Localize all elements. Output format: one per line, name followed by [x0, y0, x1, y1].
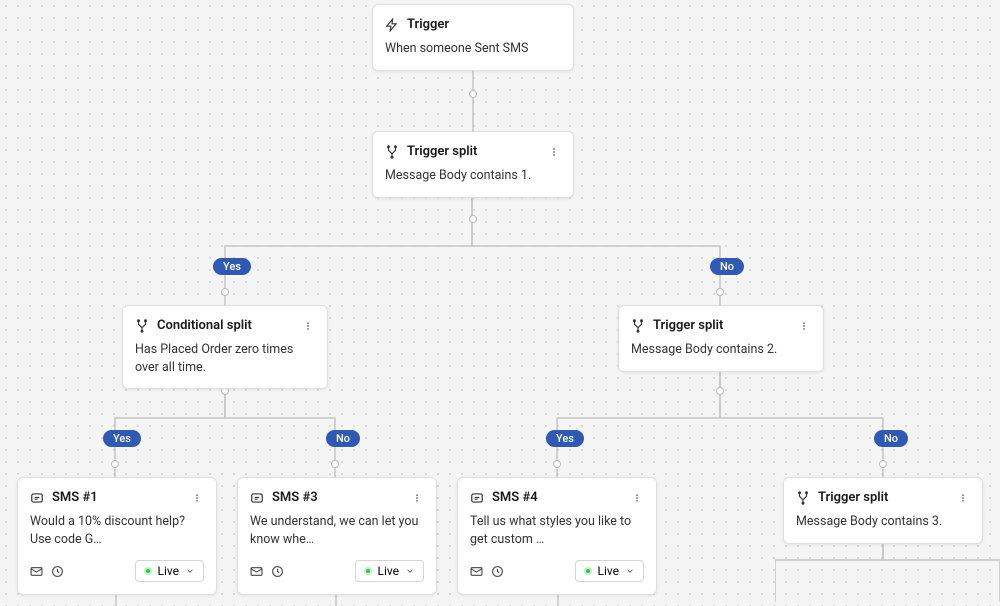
badge-no: No: [326, 430, 360, 447]
node-desc: Message Body contains 2.: [631, 341, 811, 359]
more-icon[interactable]: [956, 491, 970, 505]
trigger-split-node[interactable]: Trigger split Message Body contains 3.: [783, 477, 983, 544]
chevron-down-icon: [625, 566, 635, 576]
clock-icon: [51, 565, 64, 578]
more-icon[interactable]: [301, 319, 315, 333]
more-icon[interactable]: [190, 491, 204, 505]
split-icon: [385, 145, 399, 159]
node-title: SMS #4: [492, 490, 622, 505]
node-desc: We understand, we can let you know whe…: [250, 513, 424, 548]
status-label: Live: [378, 564, 399, 578]
node-desc: Message Body contains 1.: [385, 167, 561, 185]
port: [221, 288, 229, 296]
node-desc: Tell us what styles you like to get cust…: [470, 513, 644, 548]
badge-yes: Yes: [103, 430, 141, 447]
split-icon: [135, 319, 149, 333]
sms-icon: [470, 491, 484, 505]
port: [716, 288, 724, 296]
more-icon[interactable]: [797, 319, 811, 333]
chevron-down-icon: [405, 566, 415, 576]
trigger-node[interactable]: Trigger When someone Sent SMS: [372, 4, 574, 71]
mail-icon: [250, 565, 263, 578]
sms-icon: [250, 491, 264, 505]
sms-icon: [30, 491, 44, 505]
status-label: Live: [158, 564, 179, 578]
badge-yes: Yes: [213, 258, 251, 275]
lightning-icon: [385, 18, 399, 32]
trigger-split-node[interactable]: Trigger split Message Body contains 2.: [618, 305, 824, 372]
node-desc: When someone Sent SMS: [385, 40, 561, 58]
mail-icon: [30, 565, 43, 578]
sms-node[interactable]: SMS #3 We understand, we can let you kno…: [237, 477, 437, 595]
node-title: Trigger split: [407, 144, 539, 159]
node-title: Trigger split: [818, 490, 948, 505]
chevron-down-icon: [185, 566, 195, 576]
badge-yes: Yes: [546, 430, 584, 447]
clock-icon: [491, 565, 504, 578]
conditional-split-node[interactable]: Conditional split Has Placed Order zero …: [122, 305, 328, 389]
more-icon[interactable]: [547, 145, 561, 159]
more-icon[interactable]: [410, 491, 424, 505]
sms-node[interactable]: SMS #4 Tell us what styles you like to g…: [457, 477, 657, 595]
connector-split1-branches: [170, 188, 810, 308]
port: [469, 90, 477, 98]
port: [553, 460, 561, 468]
node-title: Trigger: [407, 17, 561, 32]
badge-no: No: [710, 258, 744, 275]
sms-node[interactable]: SMS #1 Would a 10% discount help? Use co…: [17, 477, 217, 595]
node-title: SMS #3: [272, 490, 402, 505]
node-desc: Has Placed Order zero times over all tim…: [135, 341, 315, 376]
node-title: Trigger split: [653, 318, 789, 333]
node-title: Conditional split: [157, 318, 293, 333]
badge-no: No: [874, 430, 908, 447]
port: [716, 387, 724, 395]
split-icon: [631, 319, 645, 333]
split-icon: [796, 491, 810, 505]
clock-icon: [271, 565, 284, 578]
port: [879, 460, 887, 468]
port: [469, 215, 477, 223]
status-select[interactable]: Live: [135, 560, 204, 582]
mail-icon: [470, 565, 483, 578]
status-dot: [584, 567, 592, 575]
trigger-split-node[interactable]: Trigger split Message Body contains 1.: [372, 131, 574, 198]
node-desc: Message Body contains 3.: [796, 513, 970, 531]
status-label: Live: [598, 564, 619, 578]
status-dot: [364, 567, 372, 575]
port: [111, 460, 119, 468]
status-select[interactable]: Live: [575, 560, 644, 582]
node-desc: Would a 10% discount help? Use code G…: [30, 513, 204, 548]
status-select[interactable]: Live: [355, 560, 424, 582]
status-dot: [144, 567, 152, 575]
node-title: SMS #1: [52, 490, 182, 505]
port: [331, 460, 339, 468]
more-icon[interactable]: [630, 491, 644, 505]
